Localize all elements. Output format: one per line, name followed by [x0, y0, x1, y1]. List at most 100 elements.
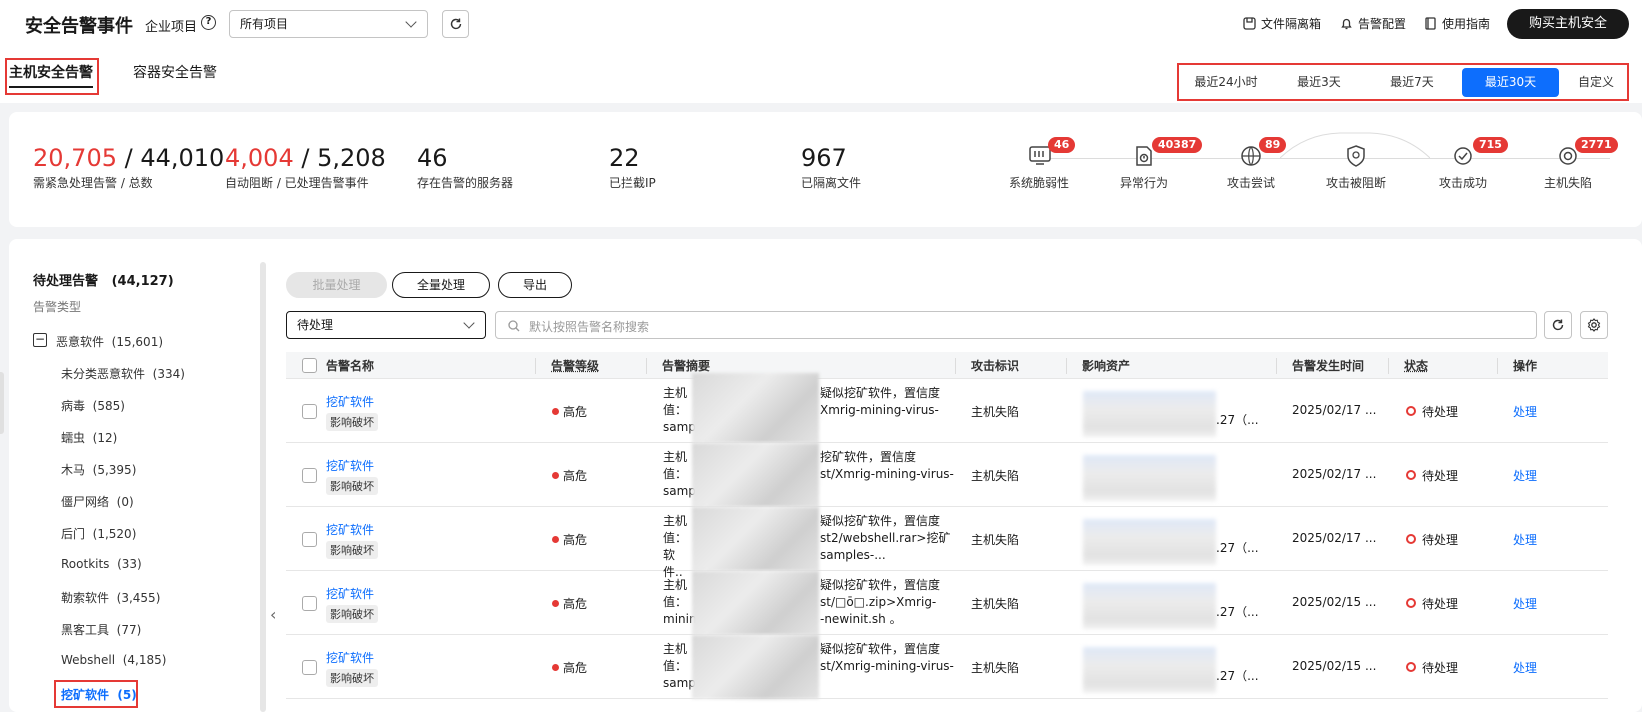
alarm-name-link[interactable]: 挖矿软件 — [326, 393, 374, 410]
redacted-block — [692, 507, 819, 571]
search-icon — [508, 320, 520, 332]
summary-fragment: 疑似挖矿软件，置信度 — [820, 514, 941, 528]
asset-tail: .27（... — [1216, 413, 1259, 427]
stat-sep: / — [116, 144, 141, 172]
col-divider — [646, 358, 647, 374]
alarm-config-link[interactable]: 告警配置 — [1340, 15, 1406, 32]
table-settings-button[interactable] — [1580, 311, 1608, 339]
sidebar-group-malware[interactable]: 恶意软件 (15,601) — [56, 333, 163, 350]
summary-fragment: 值： — [663, 403, 688, 417]
buy-host-security-button[interactable]: 购买主机安全 — [1507, 9, 1629, 39]
stat-handled-value: 5,208 — [317, 144, 386, 172]
col-asset[interactable]: 影响资产 — [1082, 357, 1130, 374]
alarm-name-link[interactable]: 挖矿软件 — [326, 457, 374, 474]
alarm-name-link[interactable]: 挖矿软件 — [326, 649, 374, 666]
sidebar-item-ransomware[interactable]: 勒索软件 (3,455) — [61, 589, 160, 606]
status-ring-icon — [1406, 406, 1416, 416]
col-alarm-name[interactable]: 告警名称 — [326, 357, 374, 374]
time-range-24h[interactable]: 最近24小时 — [1181, 68, 1271, 97]
row-checkbox[interactable] — [302, 404, 317, 419]
summary-fragment: minin — [663, 612, 697, 626]
export-button[interactable]: 导出 — [498, 272, 572, 298]
sidebar-item-count: (5,395) — [92, 463, 137, 477]
help-icon[interactable]: ? — [201, 15, 216, 30]
collapse-sidebar-icon[interactable]: ‹ — [270, 605, 276, 624]
alarm-name-link[interactable]: 挖矿软件 — [326, 585, 374, 602]
project-select[interactable]: 所有项目 — [229, 10, 428, 38]
col-time[interactable]: 告警发生时间 — [1292, 357, 1364, 374]
stat-urgent-total[interactable]: 20,705 / 44,010 — [33, 144, 224, 172]
sidebar-item-botnet[interactable]: 僵尸网络 (0) — [61, 493, 134, 510]
col-divider — [1388, 358, 1389, 374]
attack-success-icon[interactable] — [1451, 144, 1475, 172]
stat-servers-value[interactable]: 46 — [417, 144, 448, 172]
sidebar-item-rootkits[interactable]: Rootkits (33) — [61, 557, 142, 571]
alarm-type-tag: 影响破坏 — [326, 669, 378, 687]
handle-link[interactable]: 处理 — [1513, 403, 1537, 420]
file-quarantine-link[interactable]: 文件隔离箱 — [1243, 15, 1321, 32]
sidebar-item-trojan[interactable]: 木马 (5,395) — [61, 461, 136, 478]
alarm-time: 2025/02/17 ... — [1292, 467, 1377, 481]
time-range-custom[interactable]: 自定义 — [1565, 68, 1627, 97]
stat-sep: / — [293, 144, 318, 172]
col-summary[interactable]: 告警摘要 — [662, 357, 710, 374]
col-divider — [1066, 358, 1067, 374]
summary-fragment: samp — [663, 420, 696, 434]
status-filter-select[interactable]: 待处理 — [286, 311, 486, 339]
col-divider — [1497, 358, 1498, 374]
row-checkbox[interactable] — [302, 596, 317, 611]
sidebar-item-unclassified[interactable]: 未分类恶意软件 (334) — [61, 365, 185, 382]
time-range-7d[interactable]: 最近7天 — [1367, 68, 1457, 97]
stat-urgent-label: 需紧急处理告警 / 总数 — [33, 176, 153, 190]
col-status[interactable]: 状态 — [1404, 357, 1428, 374]
sidebar-item-hacktool[interactable]: 黑客工具 (77) — [61, 621, 141, 638]
shield-blocked-icon[interactable] — [1344, 144, 1368, 172]
flow-badge-compromised: 2771 — [1575, 137, 1618, 153]
flow-label-compromised: 主机失陷 — [1543, 176, 1592, 190]
sidebar-item-virus[interactable]: 病毒 (585) — [61, 397, 125, 414]
stat-blocked-handled[interactable]: 4,004 / 5,208 — [225, 144, 386, 172]
alarm-time: 2025/02/17 ... — [1292, 403, 1377, 417]
row-checkbox[interactable] — [302, 468, 317, 483]
handle-link[interactable]: 处理 — [1513, 595, 1537, 612]
refresh-project-button[interactable] — [442, 10, 469, 38]
sidebar-item-label: 勒索软件 — [61, 591, 110, 605]
user-guide-link[interactable]: 使用指南 — [1424, 15, 1490, 32]
process-all-button[interactable]: 全量处理 — [392, 272, 490, 298]
collapse-group-icon[interactable]: − — [33, 333, 47, 347]
col-divider — [535, 358, 536, 374]
sidebar-item-webshell[interactable]: Webshell (4,185) — [61, 653, 166, 667]
batch-process-button[interactable]: 批量处理 — [286, 272, 387, 298]
handle-link[interactable]: 处理 — [1513, 467, 1537, 484]
stat-blocked-label: 自动阻断 / 已处理告警事件 — [225, 176, 369, 190]
refresh-table-button[interactable] — [1544, 311, 1572, 339]
row-checkbox[interactable] — [302, 532, 317, 547]
stat-blocked-ip-value[interactable]: 22 — [609, 144, 640, 172]
sidebar-item-worm[interactable]: 蠕虫 (12) — [61, 429, 117, 446]
stat-isolated-files-label: 已隔离文件 — [801, 176, 862, 190]
alarm-name-link[interactable]: 挖矿软件 — [326, 521, 374, 538]
stat-urgent-value: 20,705 — [33, 144, 117, 172]
alarm-type-tag: 影响破坏 — [326, 413, 378, 431]
alarm-level: 高危 — [563, 597, 588, 611]
col-attack-tag[interactable]: 攻击标识 — [971, 357, 1019, 374]
tab-container-security[interactable]: 容器安全告警 — [133, 62, 217, 82]
time-range-30d[interactable]: 最近30天 — [1462, 68, 1559, 97]
select-all-checkbox[interactable] — [302, 358, 317, 373]
summary-right: 疑似挖矿软件，置信度 st/□ō□.zip>Xmrig- -newinit.sh 。 — [820, 577, 955, 628]
time-range-3d[interactable]: 最近3天 — [1274, 68, 1364, 97]
handle-link[interactable]: 处理 — [1513, 659, 1537, 676]
summary-right: 挖矿软件，置信度 st/Xmrig-mining-virus- — [820, 449, 955, 483]
search-input[interactable]: 默认按照告警名称搜索 — [495, 311, 1537, 339]
redacted-asset — [1083, 391, 1216, 437]
col-alarm-level[interactable]: 告警等级 — [551, 357, 599, 374]
row-checkbox[interactable] — [302, 660, 317, 675]
stat-isolated-files-value[interactable]: 967 — [801, 144, 847, 172]
sidebar-item-label: 僵尸网络 — [61, 495, 110, 509]
handle-link[interactable]: 处理 — [1513, 531, 1537, 548]
alarm-type-tag: 影响破坏 — [326, 541, 378, 559]
left-edge-handle[interactable] — [0, 372, 4, 434]
sidebar-scrollbar[interactable] — [260, 262, 266, 712]
summary-fragment: st/Xmrig-mining-virus- — [820, 659, 954, 673]
sidebar-item-backdoor[interactable]: 后门 (1,520) — [61, 525, 136, 542]
